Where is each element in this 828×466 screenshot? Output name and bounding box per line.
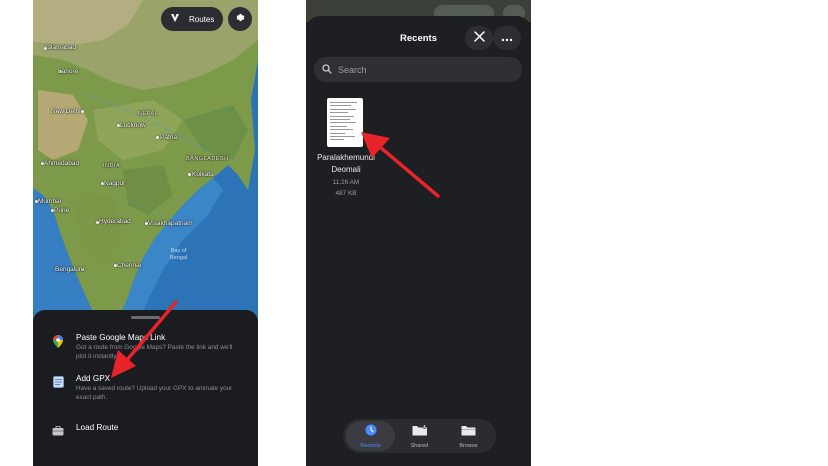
file-name[interactable]: Paralakhemundi Deomali [310,152,382,176]
search-icon [322,61,332,79]
map-label-pune: Pune [54,207,70,214]
tab-browse[interactable]: Browse [444,421,493,451]
add-route-sheet: Paste Google Maps Link Got a route from … [33,310,258,466]
close-button[interactable] [465,26,493,50]
map-label-nepal: NEPAL [138,111,159,117]
option-title: Load Route [76,423,119,432]
paste-google-maps-link-option[interactable]: Paste Google Maps Link Got a route from … [51,332,251,361]
shared-folder-icon [412,423,428,441]
more-icon [501,29,513,47]
tab-label: Recents [360,443,381,449]
map-label-bay-of-bengal: Bay of Bengal [170,248,188,261]
tab-label: Browse [459,443,478,449]
file-name-line2: Deomali [331,165,361,174]
map-label-visakhapatnam: Visakhapatnam [148,220,193,227]
tab-label: Shared [410,443,429,449]
add-gpx-option[interactable]: Add GPX Have a saved route? Upload your … [51,373,251,402]
settings-button[interactable] [228,7,252,31]
gear-icon [235,10,246,28]
routes-label: Routes [189,14,215,24]
map-label-hyderabad: Hyderabad [99,218,131,225]
folder-icon [461,423,476,441]
clock-icon [365,423,377,441]
tab-recents[interactable]: Recents [346,421,395,451]
search-field[interactable]: Search [314,57,522,82]
file-thumbnail[interactable] [327,98,363,147]
left-phone-screen: Islamabad Lahore New Delhi Lucknow NEPAL… [33,0,258,466]
city-dot [156,136,159,139]
file-picker-modal: Recents Search Paralakhemundi Deomali 11… [306,16,531,466]
map-label-mumbai: Mumbai [38,198,62,205]
route-icon [170,13,180,25]
map-label-bangladesh: BANGLADESH [186,156,229,162]
file-picker-tab-bar: Recents Shared Browse [343,419,496,453]
map-label-india: INDIA [103,163,121,169]
briefcase-icon [51,424,65,438]
routes-button[interactable]: Routes [161,7,223,31]
map-label-lucknow: Lucknow [120,122,146,129]
more-button[interactable] [493,26,521,50]
gpx-file-icon [51,375,65,389]
map-label-islamabad: Islamabad [46,44,76,51]
map-label-nagpur: Nagpur [104,180,126,187]
map-label-chennai: Chennai [117,262,142,269]
file-time: 11:26 AM [332,179,360,186]
sheet-grabber[interactable] [131,316,160,319]
map-label-new-delhi: New Delhi [51,108,81,115]
map-label-kolkata: Kolkata [192,171,214,178]
right-phone-screen: Recents Search Paralakhemundi Deomali 11… [306,0,531,466]
google-maps-pin-icon [51,334,65,348]
tab-shared[interactable]: Shared [395,421,444,451]
option-title: Add GPX [76,374,111,383]
map-label-bengaluru: Bengaluru [55,266,85,273]
close-icon [473,29,485,47]
map-label-lahore: Lahore [58,68,79,75]
city-dot [81,110,84,113]
map-label-ahmedabad: Ahmedabad [44,160,80,167]
option-description: Got a route from Google Maps? Paste the … [76,344,233,360]
file-name-line1: Paralakhemundi [317,153,375,162]
city-dot [188,173,191,176]
option-description: Have a saved route? Upload your GPX to a… [76,385,233,401]
option-title: Paste Google Maps Link [76,333,166,342]
load-route-option[interactable]: Load Route [51,422,251,438]
file-size: 487 KB [335,190,357,197]
search-placeholder: Search [338,64,367,75]
map-label-patna: Patna [160,134,177,141]
